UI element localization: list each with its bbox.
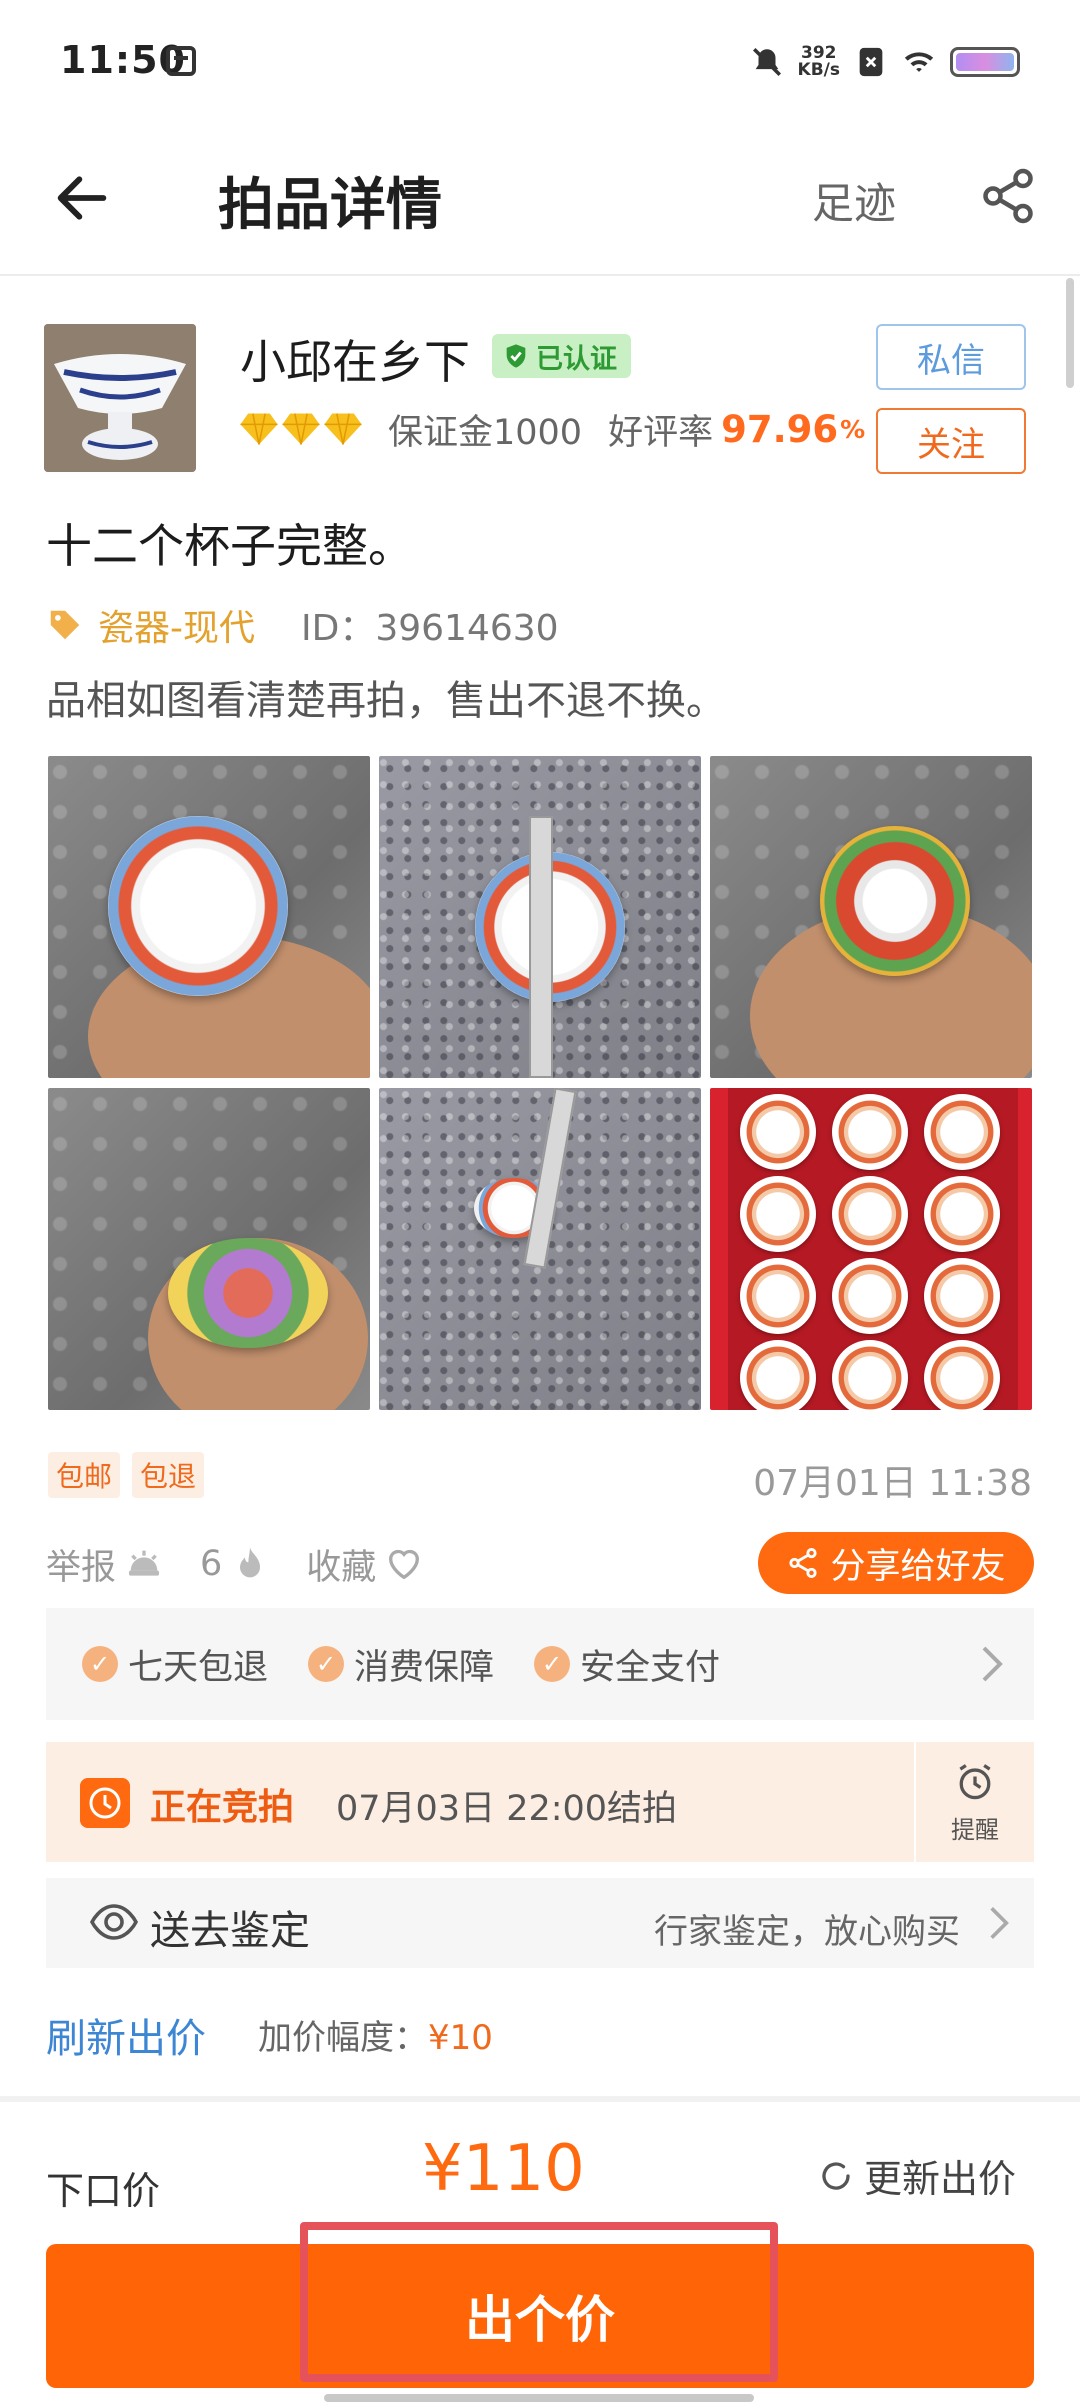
guarantee-item: ✓ 消费保障 — [308, 1639, 494, 1690]
item-description: 品相如图看清楚再拍，售出不退不换。 — [46, 678, 726, 724]
message-button[interactable]: 私信 — [876, 324, 1026, 390]
scrollbar[interactable] — [1066, 278, 1074, 388]
verified-badge: 已认证 — [492, 334, 631, 378]
bid-bottom-bar: 下口价 ¥110 更新出价 出个价 — [0, 2096, 1080, 2408]
update-bid-button[interactable]: 更新出价 — [818, 2148, 1016, 2203]
chevron-right-icon — [982, 1646, 1003, 1682]
next-price: ¥110 — [422, 2132, 585, 2206]
appraisal-note: 行家鉴定，放心购买 — [654, 1912, 960, 1952]
report-link[interactable]: 举报 — [46, 1539, 116, 1590]
check-icon: ✓ — [308, 1646, 345, 1682]
photo-grid — [48, 756, 1032, 1410]
item-photo[interactable] — [48, 756, 370, 1078]
network-speed: 392 KB/s — [797, 43, 840, 80]
category-link[interactable]: 瓷器-现代 — [98, 599, 255, 651]
appraisal-title: 送去鉴定 — [150, 1908, 310, 1954]
follow-button[interactable]: 关注 — [876, 408, 1026, 474]
item-title: 十二个杯子完整。 — [46, 519, 414, 573]
place-bid-button[interactable]: 出个价 — [46, 2244, 1034, 2388]
refresh-icon — [822, 2161, 850, 2190]
bid-increment: 加价幅度：¥10 — [258, 2018, 493, 2058]
check-icon: ✓ — [534, 1646, 571, 1682]
back-arrow-icon[interactable] — [50, 166, 114, 230]
page-title: 拍品详情 — [218, 173, 442, 238]
update-bid-label: 更新出价 — [864, 2157, 1017, 2201]
eye-icon — [90, 1904, 138, 1940]
flame-like-icon[interactable] — [230, 1544, 270, 1584]
remind-button[interactable]: 提醒 — [914, 1742, 1034, 1862]
heart-icon[interactable] — [384, 1544, 424, 1584]
seller-meta: 保证金1000 好评率 97.96 % — [240, 404, 865, 454]
home-indicator[interactable] — [324, 2394, 754, 2402]
next-price-label: 下口价 — [46, 2169, 161, 2213]
share-to-friend-button[interactable]: 分享给好友 — [758, 1532, 1034, 1594]
seller-name[interactable]: 小邱在乡下 — [240, 326, 470, 392]
guarantee-item: ✓ 七天包退 — [82, 1639, 268, 1690]
alarm-icon — [959, 1763, 991, 1799]
remind-label: 提醒 — [951, 1815, 999, 1844]
verified-label: 已认证 — [536, 343, 617, 375]
rating-label: 好评率 — [608, 412, 714, 453]
diamond-icon — [324, 413, 362, 445]
shipping-badges: 包邮 包退 — [48, 1452, 205, 1498]
bid-increment-value: ¥10 — [428, 2018, 493, 2058]
mute-bell-icon — [752, 47, 781, 77]
post-time: 07月01日 11:38 — [753, 1463, 1032, 1504]
status-icons: 392 KB/s — [750, 38, 1020, 86]
item-photo[interactable] — [379, 1088, 701, 1410]
appraisal-row[interactable]: 送去鉴定 行家鉴定，放心购买 — [46, 1878, 1034, 1968]
rating-unit: % — [840, 414, 866, 444]
like-count: 6 — [200, 1544, 223, 1584]
battery-icon — [950, 47, 1020, 77]
wifi-icon — [904, 52, 934, 72]
seller-avatar[interactable] — [44, 324, 196, 472]
category-row: 瓷器-现代 ID：39614630 — [46, 600, 559, 650]
item-photo[interactable] — [379, 756, 701, 1078]
auction-status: 正在竞拍 — [150, 1787, 295, 1828]
share-icon — [789, 1547, 818, 1579]
chevron-right-icon — [990, 1907, 1009, 1939]
guarantee-item: ✓ 安全支付 — [534, 1639, 720, 1690]
item-photo[interactable] — [710, 1088, 1032, 1410]
notification-app-icon — [166, 46, 196, 76]
share-to-friend-label: 分享给好友 — [830, 1546, 1006, 1587]
diamond-icon — [240, 413, 278, 445]
auction-end-time: 07月03日 22:00结拍 — [336, 1789, 678, 1829]
returnable-badge: 包退 — [132, 1452, 205, 1498]
diamond-icon — [282, 413, 320, 445]
rating-value: 97.96 — [721, 407, 839, 451]
collect-link[interactable]: 收藏 — [306, 1539, 376, 1590]
share-icon[interactable] — [978, 164, 1038, 228]
check-icon: ✓ — [82, 1646, 118, 1682]
clock-icon — [80, 1778, 130, 1828]
nav-header: 拍品详情 足迹 — [0, 120, 1080, 276]
shield-check-icon — [506, 344, 526, 368]
item-id: ID：39614630 — [301, 608, 559, 649]
action-row: 举报 6 收藏 — [46, 1536, 424, 1592]
deposit-amount: 保证金1000 — [388, 412, 583, 453]
footprint-link[interactable]: 足迹 — [812, 170, 896, 231]
guarantee-bar[interactable]: ✓ 七天包退 ✓ 消费保障 ✓ 安全支付 — [46, 1608, 1034, 1720]
auction-status-bar: 正在竞拍 07月03日 22:00结拍 提醒 — [46, 1742, 1034, 1862]
item-photo[interactable] — [710, 756, 1032, 1078]
status-bar: 11:50 392 KB/s — [0, 0, 1080, 120]
no-sim-icon — [859, 47, 883, 77]
report-icon[interactable] — [124, 1544, 164, 1584]
free-shipping-badge: 包邮 — [48, 1452, 121, 1498]
tag-icon — [50, 610, 80, 640]
refresh-bid-link[interactable]: 刷新出价 — [46, 2006, 206, 2064]
item-photo[interactable] — [48, 1088, 370, 1410]
